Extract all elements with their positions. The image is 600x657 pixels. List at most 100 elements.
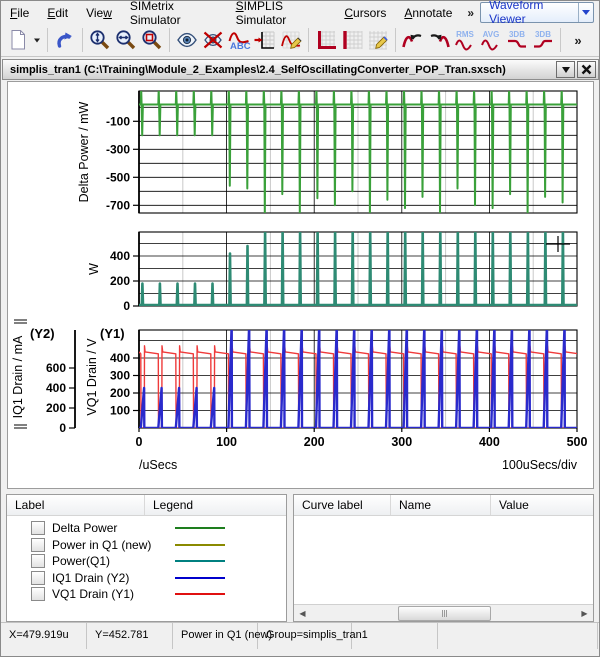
threedb-lowpass-icon[interactable]: 3DB (504, 27, 530, 53)
curve-visible-checkbox[interactable] (31, 554, 45, 568)
scrollbar-track[interactable] (311, 605, 576, 621)
hide-curve-eye-icon[interactable] (200, 27, 226, 53)
curve-visible-checkbox[interactable] (31, 587, 45, 601)
collapse-button[interactable] (556, 61, 575, 78)
chevron-down-icon (582, 10, 590, 15)
status-field-1: Y=452.781 (87, 623, 173, 649)
graph-area[interactable]: -100-300-500-700020040010020030040002004… (7, 81, 594, 489)
zoom-y-extents-icon[interactable] (87, 27, 113, 53)
scroll-left-icon[interactable]: ◀ (294, 605, 311, 621)
svg-text:3DB: 3DB (509, 30, 525, 39)
caret-down-icon[interactable] (31, 27, 43, 53)
legend-header-legend[interactable]: Legend (145, 495, 286, 515)
y-tick-label: -300 (106, 142, 130, 156)
axis-label-power[interactable]: W (87, 263, 101, 275)
toolbar-separator (395, 28, 396, 52)
legend-header-label[interactable]: Label (7, 495, 145, 515)
curve-values-header-name[interactable]: Name (391, 495, 491, 515)
y-tick-label: 400 (110, 351, 130, 365)
x-tick-label: 0 (136, 435, 143, 449)
status-bar: X=479.919uY=452.781Power in Q1 (new)Grou… (1, 622, 599, 656)
svg-text:AVG: AVG (483, 30, 500, 39)
legend-row-label: Delta Power (52, 521, 157, 535)
svg-text:3DB: 3DB (535, 30, 551, 39)
y-tick-label: 400 (46, 381, 66, 395)
legend-row-delta-power[interactable]: Delta Power (7, 520, 286, 537)
x-tick-label: 200 (304, 435, 325, 449)
horizontal-scrollbar[interactable]: ◀ ▶ (294, 604, 593, 621)
undo-icon[interactable] (52, 27, 78, 53)
toolbar-separator (82, 28, 83, 52)
y-tick-label: -500 (106, 170, 130, 184)
zoom-box-icon[interactable] (139, 27, 165, 53)
legend-line-sample (175, 527, 225, 529)
curve-values-header-value[interactable]: Value (491, 495, 593, 515)
next-curve-icon[interactable] (426, 27, 452, 53)
axis-label-vq1-drain[interactable]: VQ1 Drain / V (85, 338, 99, 416)
viewer-mode-dropdown[interactable] (578, 3, 593, 22)
legend-row-iq1-drain-y2-[interactable]: IQ1 Drain (Y2) (7, 570, 286, 587)
scroll-right-icon[interactable]: ▶ (576, 605, 593, 621)
legend-row-label: VQ1 Drain (Y1) (52, 587, 157, 601)
menu-item-view[interactable]: View (77, 3, 121, 23)
y-tick-label: -700 (106, 198, 130, 212)
waveform-viewer-window: FileEditViewSIMetrix SimulatorSIMPLIS Si… (0, 0, 600, 657)
y-tick-label: 200 (110, 386, 130, 400)
x-tick-label: 100 (216, 435, 237, 449)
y-tick-label: 100 (110, 404, 130, 418)
close-button[interactable] (577, 61, 596, 78)
y-tick-label: 200 (110, 274, 130, 288)
axis-label-delta-power[interactable]: Delta Power / mW (77, 101, 91, 202)
legend-panel: Label Legend Delta Power Power in Q1 (new… (6, 494, 287, 622)
curve-visible-checkbox[interactable] (31, 538, 45, 552)
plots-svg[interactable]: -100-300-500-700020040010020030040002004… (8, 82, 593, 488)
svg-text:RMS: RMS (456, 30, 474, 39)
rms-icon[interactable]: RMS (452, 27, 478, 53)
menu-item-annotate[interactable]: Annotate (395, 3, 461, 23)
y-tick-label: 300 (110, 369, 130, 383)
collapse-icon (562, 67, 570, 73)
curve-label-icon[interactable]: ABC (226, 27, 252, 53)
toolbar-separator (169, 28, 170, 52)
menu-item-edit[interactable]: Edit (38, 3, 77, 23)
new-grid-icon[interactable] (313, 27, 339, 53)
legend-line-sample (175, 577, 225, 579)
menu-item-file[interactable]: File (1, 3, 38, 23)
x-axis-unit-label: /uSecs (139, 458, 177, 472)
edit-curve-icon[interactable] (278, 27, 304, 53)
y2-axis-tag: (Y2) (30, 326, 55, 341)
previous-curve-icon[interactable] (400, 27, 426, 53)
menubar-overflow-icon[interactable]: » (461, 6, 480, 20)
show-curve-eye-icon[interactable] (174, 27, 200, 53)
legend-header: Label Legend (7, 495, 286, 516)
viewer-mode-value: Waveform Viewer (481, 0, 578, 27)
scrollbar-thumb[interactable] (398, 606, 490, 621)
avg-icon[interactable]: AVG (478, 27, 504, 53)
menu-item-cursors[interactable]: Cursors (335, 3, 395, 23)
legend-row-label: IQ1 Drain (Y2) (52, 571, 157, 585)
curve-values-panel: Curve label Name Value ◀ ▶ (293, 494, 594, 622)
axis-label-iq1-drain[interactable]: IQ1 Drain / mA (11, 335, 25, 418)
x-axis-per-div-label: 100uSecs/div (502, 458, 578, 472)
legend-row-power-q1-[interactable]: Power(Q1) (7, 553, 286, 570)
zoom-x-extents-icon[interactable] (113, 27, 139, 53)
legend-rows: Delta Power Power in Q1 (new)Power(Q1)IQ1… (7, 516, 286, 603)
curve-visible-checkbox[interactable] (31, 571, 45, 585)
toolbar-separator (47, 28, 48, 52)
toolbar-overflow-icon[interactable]: » (565, 27, 591, 53)
viewer-mode-select[interactable]: Waveform Viewer (480, 2, 594, 23)
legend-row-power-in-q1-new-[interactable]: Power in Q1 (new) (7, 537, 286, 554)
edit-grid-icon[interactable] (365, 27, 391, 53)
svg-text:ABC: ABC (230, 41, 251, 52)
svg-text:»: » (574, 33, 581, 48)
curve-values-header-label[interactable]: Curve label (294, 495, 391, 515)
add-axis-icon[interactable] (252, 27, 278, 53)
legend-row-vq1-drain-y1-[interactable]: VQ1 Drain (Y1) (7, 586, 286, 603)
y-tick-label: 0 (123, 299, 130, 313)
new-graph-icon[interactable] (5, 27, 31, 53)
legend-line-sample (175, 544, 225, 546)
graph-window-titlebar[interactable]: simplis_tran1 (C:\Training\Module_2_Exam… (2, 59, 599, 80)
curve-visible-checkbox[interactable] (31, 521, 45, 535)
add-grid-icon[interactable] (339, 27, 365, 53)
threedb-highpass-icon[interactable]: 3DB (530, 27, 556, 53)
